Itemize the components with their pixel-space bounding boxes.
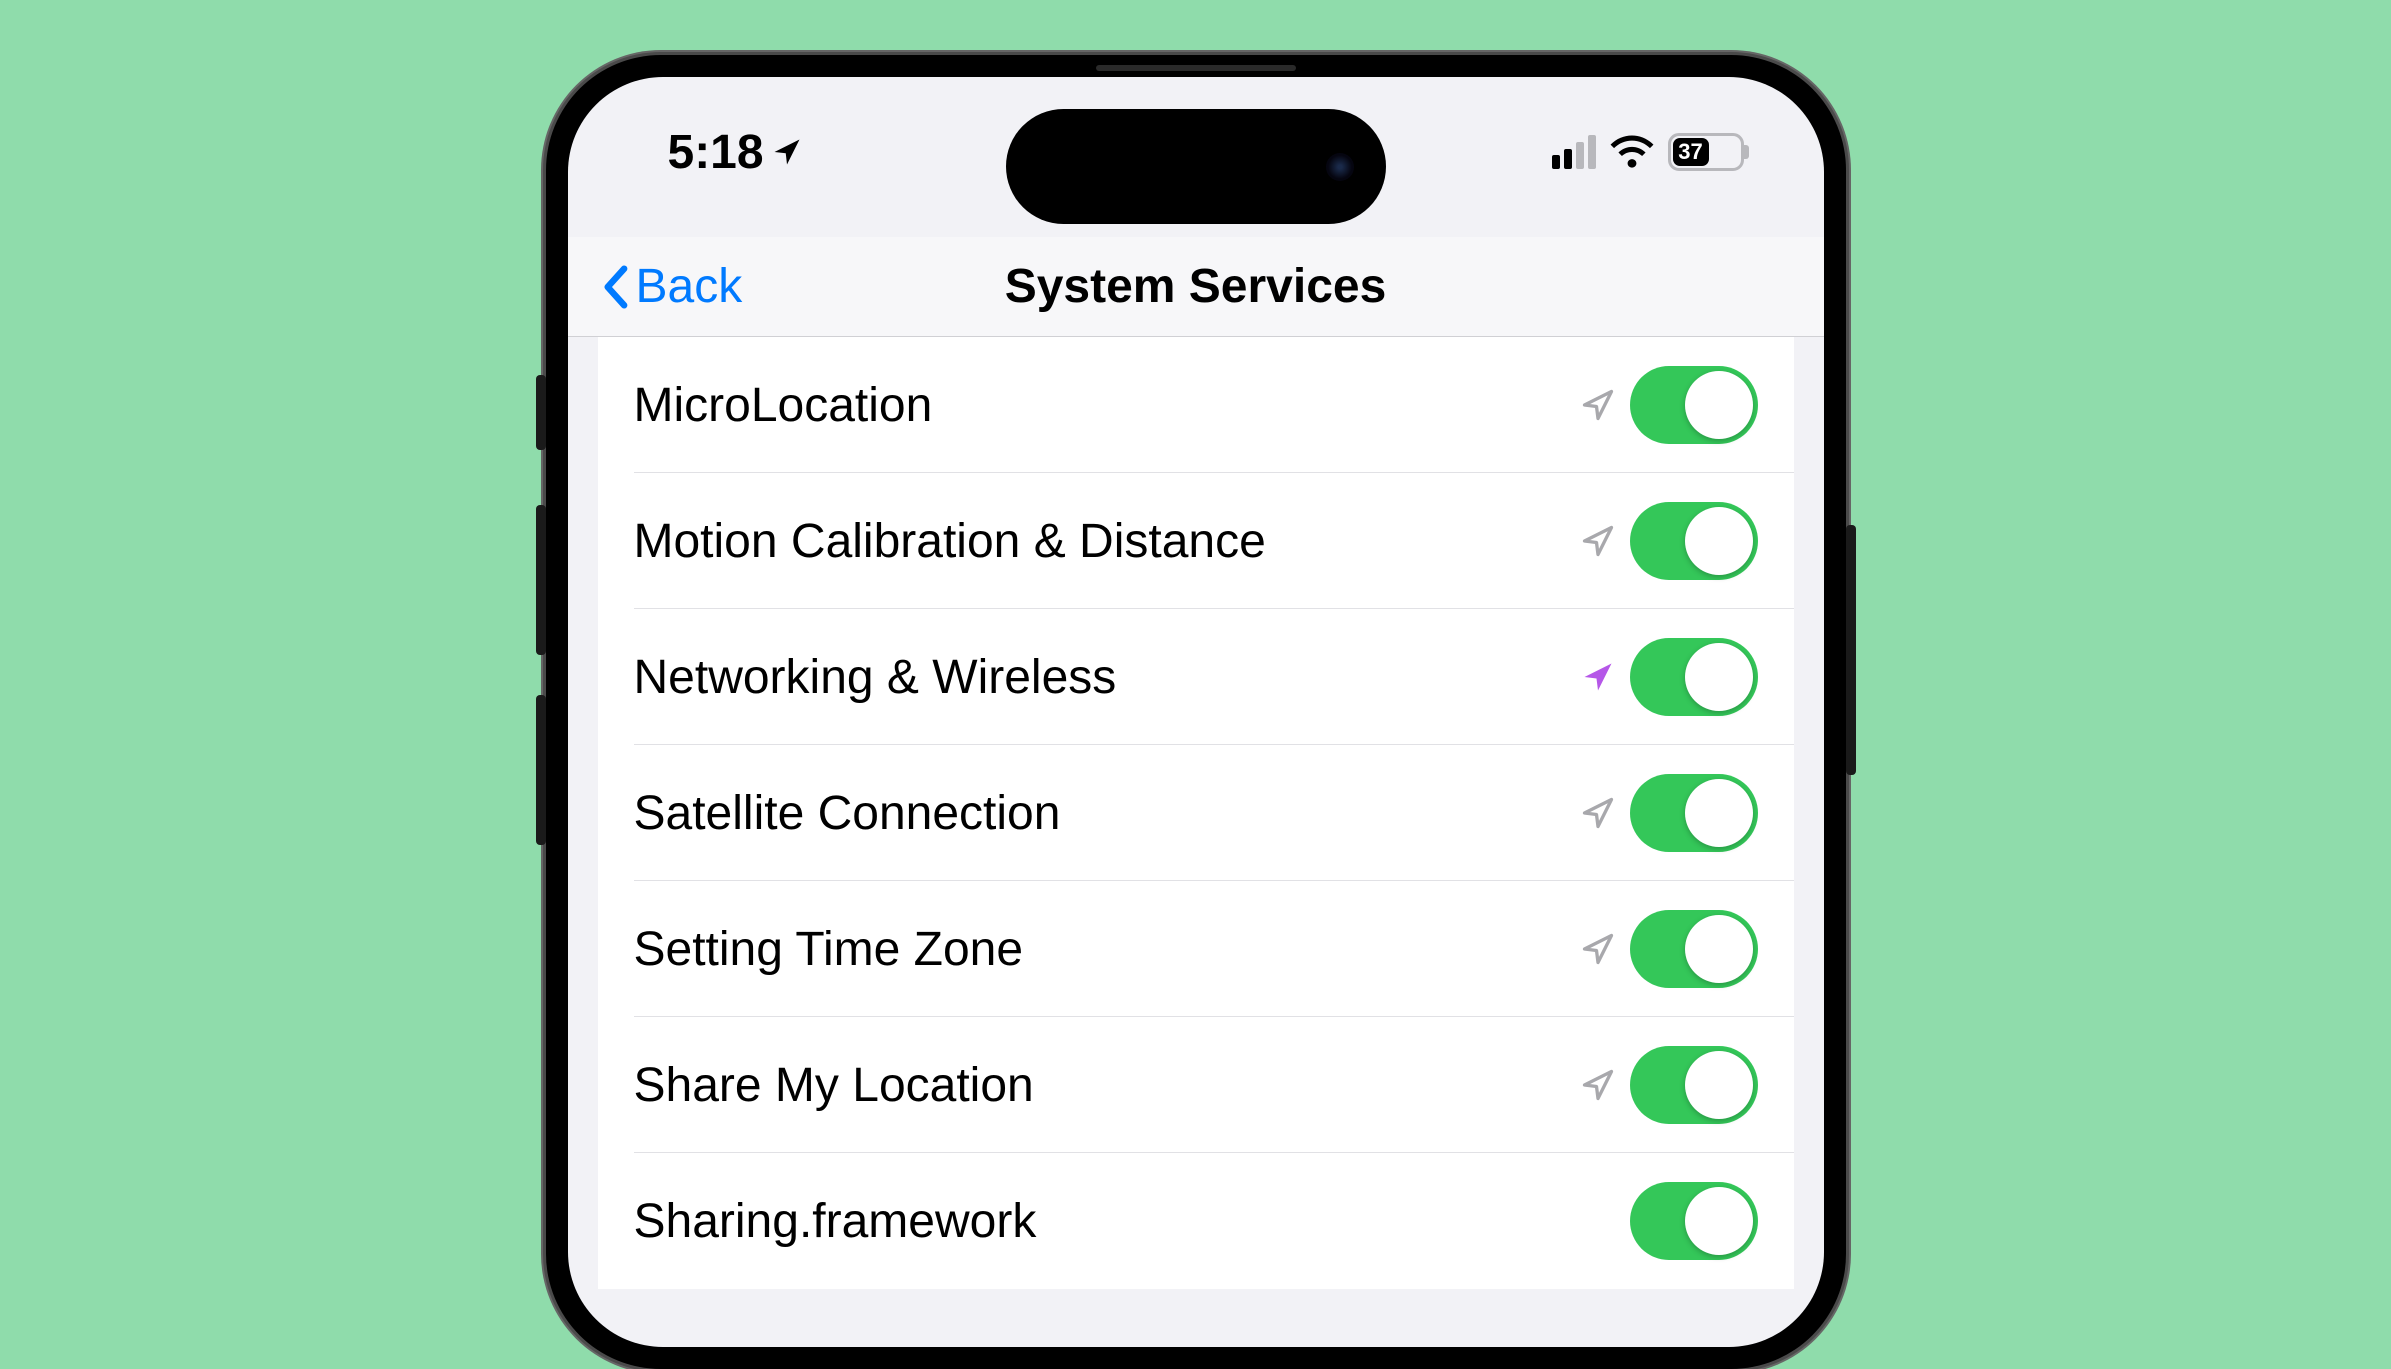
battery-level: 37	[1673, 138, 1709, 166]
setting-row: Motion Calibration & Distance	[598, 473, 1794, 609]
side-button-mute	[536, 375, 546, 450]
wifi-icon	[1610, 135, 1654, 169]
side-button-volume-down	[536, 695, 546, 845]
phone-screen: 5:18 37	[568, 77, 1824, 1347]
setting-label: MicroLocation	[634, 378, 1580, 433]
toggle-knob	[1685, 1187, 1753, 1255]
location-arrow-icon	[1580, 659, 1616, 695]
setting-row: Sharing.framework	[598, 1153, 1794, 1289]
chevron-left-icon	[598, 265, 632, 309]
setting-label: Satellite Connection	[634, 786, 1580, 841]
status-left: 5:18	[668, 125, 802, 180]
setting-label: Networking & Wireless	[634, 650, 1580, 705]
setting-row: Setting Time Zone	[598, 881, 1794, 1017]
front-camera	[1326, 153, 1354, 181]
toggle-switch[interactable]	[1630, 910, 1758, 988]
dynamic-island	[1006, 109, 1386, 224]
setting-label: Motion Calibration & Distance	[634, 514, 1580, 569]
speaker-slot	[1096, 65, 1296, 71]
toggle-switch[interactable]	[1630, 1046, 1758, 1124]
page-title: System Services	[568, 259, 1824, 314]
toggle-switch[interactable]	[1630, 366, 1758, 444]
location-arrow-icon	[1580, 795, 1616, 831]
status-right: 37	[1552, 133, 1744, 171]
setting-row: Satellite Connection	[598, 745, 1794, 881]
location-arrow-icon	[1580, 387, 1616, 423]
status-time: 5:18	[668, 125, 764, 180]
setting-row: MicroLocation	[598, 337, 1794, 473]
toggle-switch[interactable]	[1630, 638, 1758, 716]
location-arrow-icon	[1580, 931, 1616, 967]
settings-list: MicroLocation Motion Calibration & Distan…	[598, 337, 1794, 1289]
toggle-knob	[1685, 1051, 1753, 1119]
setting-label: Sharing.framework	[634, 1194, 1630, 1249]
cellular-signal-icon	[1552, 135, 1596, 169]
navigation-bar: Back System Services	[568, 237, 1824, 337]
toggle-knob	[1685, 643, 1753, 711]
battery-icon: 37	[1668, 133, 1744, 171]
toggle-switch[interactable]	[1630, 1182, 1758, 1260]
setting-row: Share My Location	[598, 1017, 1794, 1153]
side-button-volume-up	[536, 505, 546, 655]
phone-device-frame: 5:18 37	[546, 55, 1846, 1369]
location-arrow-icon	[1580, 1067, 1616, 1103]
location-arrow-icon	[1580, 523, 1616, 559]
back-button[interactable]: Back	[598, 259, 743, 314]
toggle-knob	[1685, 507, 1753, 575]
setting-label: Setting Time Zone	[634, 922, 1580, 977]
toggle-knob	[1685, 371, 1753, 439]
side-button-power	[1846, 525, 1856, 775]
toggle-switch[interactable]	[1630, 774, 1758, 852]
location-active-icon	[772, 137, 802, 167]
back-label: Back	[636, 259, 743, 314]
setting-row: Networking & Wireless	[598, 609, 1794, 745]
toggle-knob	[1685, 915, 1753, 983]
setting-label: Share My Location	[634, 1058, 1580, 1113]
toggle-knob	[1685, 779, 1753, 847]
toggle-switch[interactable]	[1630, 502, 1758, 580]
